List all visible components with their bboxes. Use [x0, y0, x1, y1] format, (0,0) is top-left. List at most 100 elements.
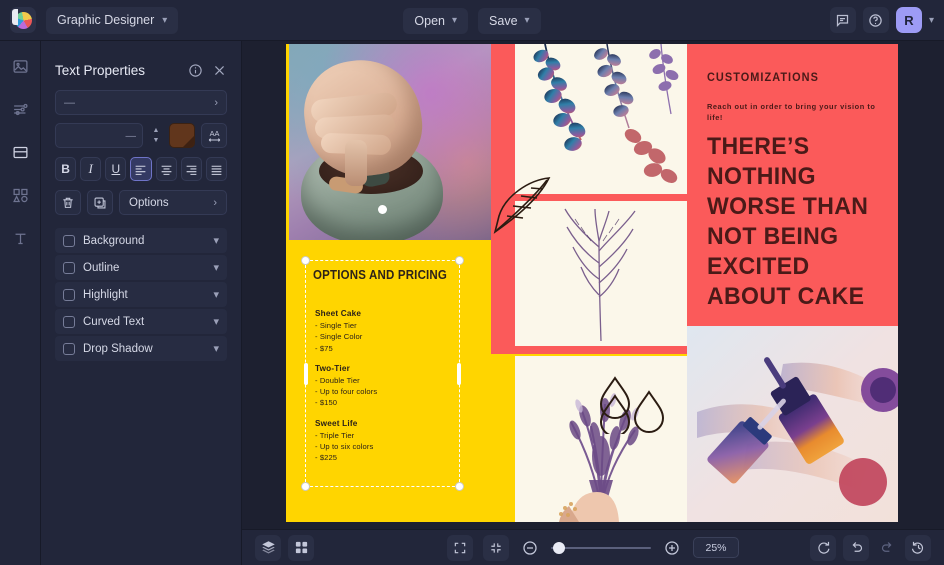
accordion-outline[interactable]: Outline ▾: [55, 255, 227, 280]
curved-text-checkbox[interactable]: [63, 315, 75, 328]
accordion-label: Highlight: [83, 288, 128, 301]
chevron-down-icon: ▾: [213, 235, 219, 247]
undo-button[interactable]: [843, 534, 869, 561]
price-group-item: - $225: [315, 453, 338, 463]
align-right-icon: [186, 165, 197, 175]
align-left-button[interactable]: [130, 157, 152, 181]
customizations-headline: THERE’S NOTHING WORSE THAN NOT BEING EXC…: [707, 133, 869, 310]
help-button[interactable]: [862, 7, 889, 33]
comment-icon: [837, 14, 849, 27]
close-icon[interactable]: [212, 63, 227, 78]
price-group-item: - $75: [315, 343, 333, 353]
bold-button[interactable]: B: [55, 157, 77, 181]
collapse-button[interactable]: [483, 534, 509, 561]
accordion-background[interactable]: Background ▾: [55, 228, 227, 253]
document-title-label: Graphic Designer: [57, 13, 155, 27]
price-group-heading: Sweet Life: [315, 418, 358, 428]
water-drops-line-art[interactable]: [597, 374, 671, 434]
fit-screen-button[interactable]: [447, 534, 473, 561]
accordion-label: Drop Shadow: [83, 342, 153, 355]
save-button-label: Save: [489, 13, 518, 28]
history-icon: [911, 541, 923, 554]
artboard-middle-column: [491, 44, 687, 522]
price-group-item: - Double Tier: [315, 375, 360, 385]
grid-button[interactable]: [288, 534, 314, 561]
price-group-item: - Triple Tier: [315, 430, 355, 440]
account-chevron-down-icon[interactable]: ▾: [929, 15, 934, 26]
dropper-bottles-photo[interactable]: [687, 326, 898, 522]
accordion-highlight[interactable]: Highlight ▾: [55, 282, 227, 307]
chevron-up-icon[interactable]: ▲: [153, 127, 160, 134]
italic-button[interactable]: I: [80, 157, 102, 181]
price-group-item: - Up to six colors: [315, 442, 374, 452]
layers-button[interactable]: [255, 534, 281, 561]
font-family-select[interactable]: — ›: [55, 90, 227, 115]
history-button[interactable]: [905, 534, 931, 561]
mortar-and-pestle-photo[interactable]: [289, 44, 491, 240]
zoom-level-value[interactable]: 25%: [693, 537, 739, 558]
delete-button[interactable]: [55, 190, 81, 215]
zoom-out-icon: [523, 540, 537, 555]
top-bar: Graphic Designer ▾ Open ▾ Save ▾ R ▾: [0, 0, 944, 41]
leaf-line-art[interactable]: [489, 172, 559, 238]
open-button-label: Open: [414, 13, 446, 28]
app-logo[interactable]: [10, 7, 36, 33]
zoom-slider[interactable]: [551, 540, 651, 556]
options-button[interactable]: Options ›: [119, 190, 227, 215]
zoom-slider-knob[interactable]: [553, 541, 565, 554]
background-checkbox[interactable]: [63, 234, 75, 247]
outline-checkbox[interactable]: [63, 261, 75, 274]
top-bar-right-actions: R ▾: [829, 7, 934, 33]
letter-spacing-button[interactable]: AA: [201, 123, 227, 148]
price-group-item: - Up to four colors: [315, 387, 378, 397]
sidebar-item-shapes[interactable]: [7, 182, 33, 208]
text-actions-row: Options ›: [55, 190, 227, 215]
artboard[interactable]: OPTIONS AND PRICING Sheet Cake - Single …: [286, 44, 898, 522]
align-justify-button[interactable]: [205, 157, 227, 181]
sidebar-item-text[interactable]: [7, 225, 33, 251]
zoom-slider-track: [551, 546, 651, 549]
undo-icon: [852, 542, 862, 552]
accordion-drop-shadow[interactable]: Drop Shadow ▾: [55, 336, 227, 361]
chevron-down-icon: ▾: [213, 343, 219, 355]
sidebar-item-layout[interactable]: [7, 139, 33, 165]
sliders-icon: [13, 103, 28, 115]
highlight-checkbox[interactable]: [63, 288, 75, 301]
zoom-out-button[interactable]: [519, 537, 541, 559]
dropper-bottles-graphic: [687, 326, 898, 522]
align-left-icon: [136, 165, 146, 175]
align-center-icon: [161, 165, 171, 175]
duplicate-icon: [94, 197, 106, 208]
reset-icon: [817, 541, 829, 554]
document-title-dropdown[interactable]: Graphic Designer ▾: [46, 6, 179, 34]
chevron-down-icon[interactable]: ▼: [153, 137, 160, 144]
chevron-down-icon: ▾: [213, 262, 219, 274]
font-size-input[interactable]: —: [55, 123, 143, 148]
comment-button[interactable]: [829, 7, 856, 33]
drop-shadow-checkbox[interactable]: [63, 342, 75, 355]
text-color-swatch[interactable]: [169, 123, 195, 148]
canvas-area[interactable]: OPTIONS AND PRICING Sheet Cake - Single …: [242, 41, 944, 565]
accordion-curved-text[interactable]: Curved Text ▾: [55, 309, 227, 334]
sidebar-item-adjustments[interactable]: [7, 96, 33, 122]
customizations-subtitle: Reach out in order to bring your vision …: [707, 102, 876, 123]
duplicate-button[interactable]: [87, 190, 113, 215]
underline-button[interactable]: U: [105, 157, 127, 181]
save-button[interactable]: Save ▾: [478, 7, 541, 34]
reset-button[interactable]: [810, 534, 836, 561]
redo-button[interactable]: [876, 537, 898, 559]
svg-text:AA: AA: [209, 129, 219, 138]
open-button[interactable]: Open ▾: [403, 7, 469, 34]
avatar[interactable]: R: [895, 7, 922, 33]
panel-header: Text Properties: [55, 50, 227, 90]
align-right-button[interactable]: [180, 157, 202, 181]
font-size-stepper[interactable]: ▲ ▼: [149, 127, 163, 144]
info-circle-icon[interactable]: [188, 63, 203, 78]
price-group-item: - $150: [315, 398, 338, 408]
property-accordion-list: Background ▾ Outline ▾ Highlight ▾ Curve…: [55, 228, 227, 361]
align-center-button[interactable]: [155, 157, 177, 181]
text-format-buttons: B I U: [55, 157, 227, 181]
sidebar-item-image[interactable]: [7, 53, 33, 79]
options-and-pricing-text-block[interactable]: OPTIONS AND PRICING Sheet Cake - Single …: [305, 259, 465, 494]
zoom-in-button[interactable]: [661, 537, 683, 559]
